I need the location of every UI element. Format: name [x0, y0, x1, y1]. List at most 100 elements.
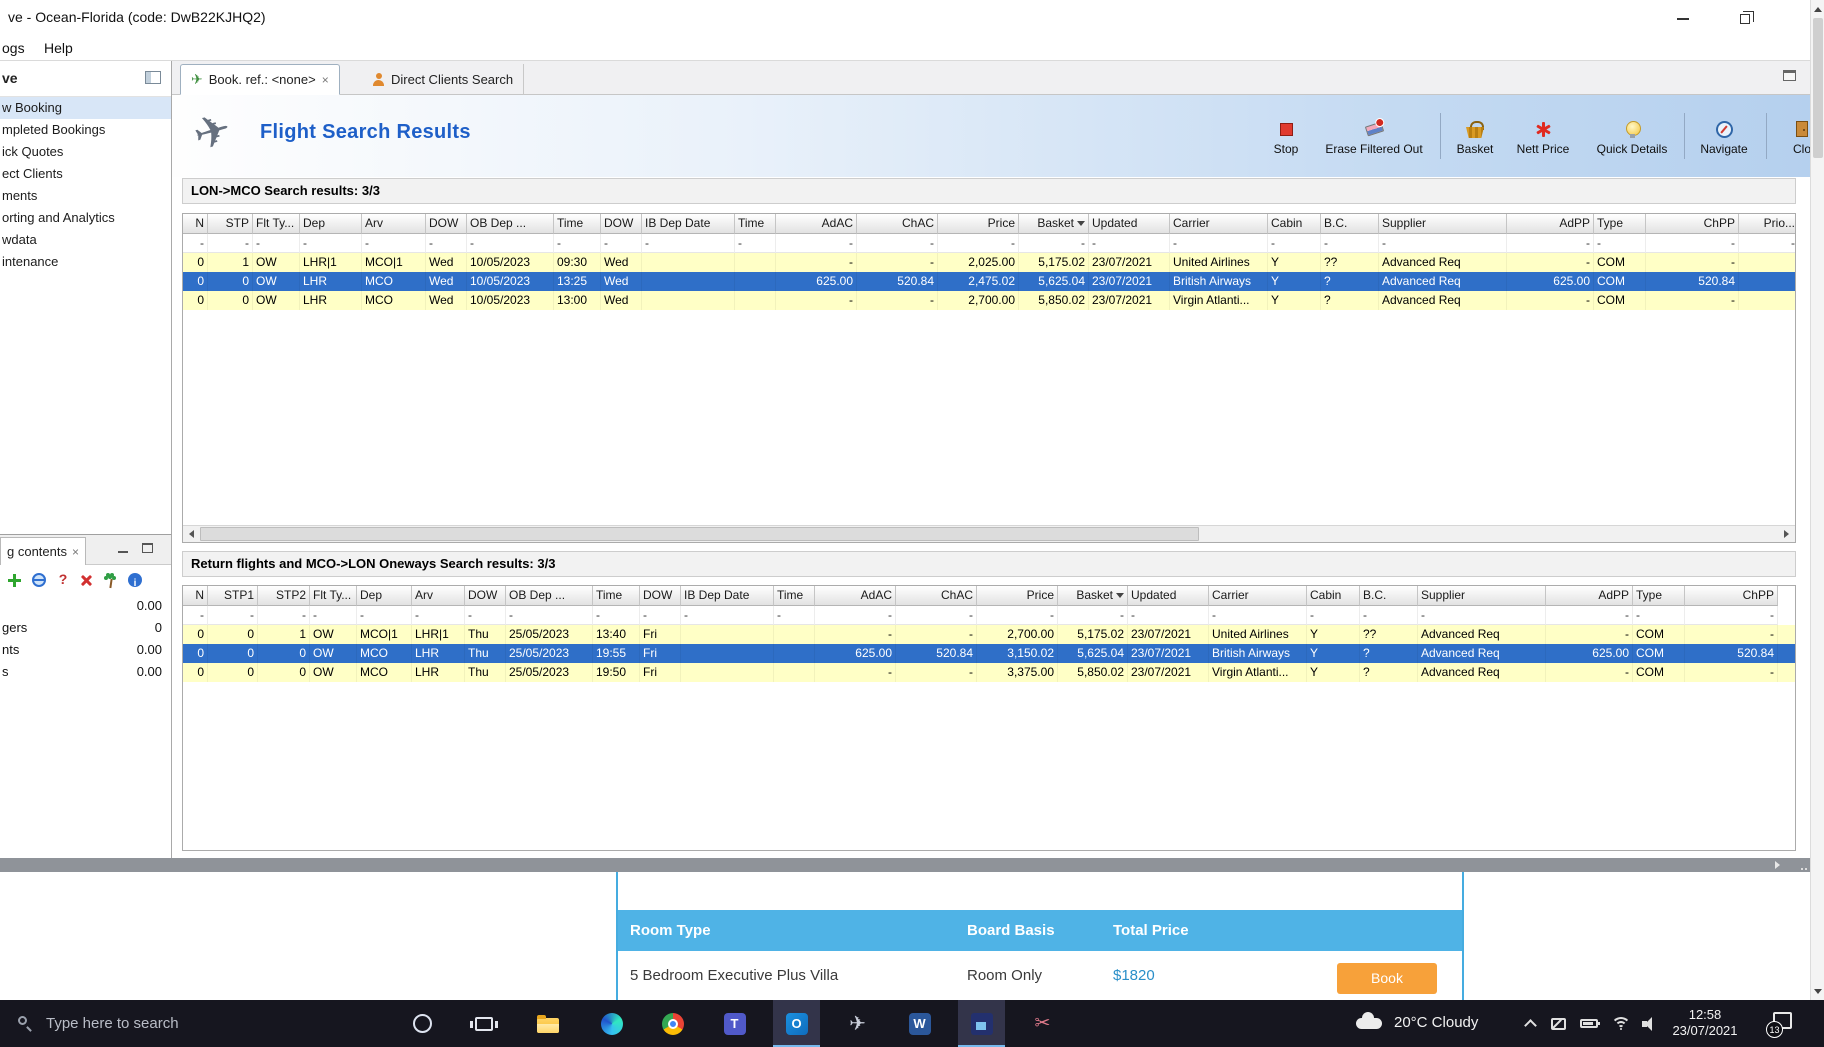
help-icon[interactable] [57, 571, 69, 589]
close-tab-icon[interactable]: × [322, 74, 329, 86]
scrollbar-thumb[interactable] [200, 527, 1200, 541]
column-header[interactable]: Supplier [1418, 586, 1546, 606]
filter-cell[interactable]: - [857, 234, 938, 253]
book-button[interactable]: Book [1337, 963, 1437, 994]
filter-cell[interactable]: - [977, 606, 1058, 625]
column-header[interactable]: Time [554, 214, 601, 234]
chrome-button[interactable] [649, 1000, 696, 1047]
action-center-button[interactable]: 13 [1766, 1012, 1792, 1038]
clock-button[interactable]: 12:58 23/07/2021 [1664, 1007, 1746, 1039]
scroll-up-icon[interactable] [1811, 2, 1824, 16]
tabstrip-minimize-icon[interactable] [1783, 70, 1796, 81]
filter-cell[interactable]: - [593, 606, 640, 625]
filter-cell[interactable]: - [357, 606, 412, 625]
column-header[interactable]: STP [208, 214, 253, 234]
column-header[interactable]: DOW [640, 586, 681, 606]
column-header[interactable]: Time [593, 586, 640, 606]
filter-cell[interactable]: - [1307, 606, 1360, 625]
filter-cell[interactable]: - [1739, 234, 1795, 253]
column-header[interactable]: Basket [1058, 586, 1128, 606]
resize-grip[interactable] [1798, 861, 1807, 870]
filter-cell[interactable]: - [1268, 234, 1321, 253]
erase-filtered-out-button[interactable]: Erase Filtered Out [1314, 117, 1434, 156]
column-header[interactable]: Time [774, 586, 815, 606]
weather-text[interactable]: 20°C Cloudy [1394, 1014, 1478, 1031]
flight-result-row[interactable]: 0 0 0 OW MCO LHR Thu 25/05/2023 19:55 Fri 625.00 52… [183, 644, 1795, 663]
column-header[interactable]: Carrier [1209, 586, 1307, 606]
scrollbar-thumb[interactable] [1813, 18, 1823, 158]
filter-cell[interactable]: - [642, 234, 735, 253]
word-button[interactable]: W [896, 1000, 943, 1047]
column-header[interactable]: AdAC [815, 586, 896, 606]
sidebar-item-direct-clients[interactable]: ect Clients [0, 163, 171, 185]
column-header[interactable]: ChAC [896, 586, 977, 606]
flight-result-row[interactable]: 0 0 0 OW MCO LHR Thu 25/05/2023 19:50 Fri - -3,375.… [183, 663, 1795, 682]
filter-cell[interactable]: - [601, 234, 642, 253]
column-header[interactable]: Dep [300, 214, 362, 234]
filter-cell[interactable]: - [1418, 606, 1546, 625]
column-header[interactable]: STP1 [208, 586, 258, 606]
scroll-down-icon[interactable] [1811, 984, 1824, 998]
navigate-button[interactable]: Navigate [1686, 117, 1762, 156]
filter-cell[interactable]: - [258, 606, 310, 625]
filter-cell[interactable]: - [426, 234, 467, 253]
filter-cell[interactable]: - [776, 234, 857, 253]
column-header[interactable]: Arv [362, 214, 426, 234]
scroll-left-icon[interactable] [183, 526, 200, 542]
flight-result-row[interactable]: 0 1 OW LHR|1 MCO|1 Wed 10/05/2023 09:30 Wed - -2,0… [183, 253, 1795, 272]
minimize-button[interactable] [1660, 0, 1706, 37]
filter-cell[interactable]: - [1379, 234, 1507, 253]
column-header[interactable]: Type [1594, 214, 1646, 234]
filter-cell[interactable]: - [640, 606, 681, 625]
add-icon[interactable] [8, 573, 21, 587]
column-header[interactable]: Type [1633, 586, 1685, 606]
filter-cell[interactable]: - [1507, 234, 1594, 253]
restore-button[interactable] [1722, 0, 1768, 37]
weather-button[interactable] [1352, 1000, 1386, 1047]
filter-cell[interactable]: - [1685, 606, 1778, 625]
flight-result-row[interactable]: 0 0 OW LHR MCO Wed 10/05/2023 13:25 Wed 625.00 520… [183, 272, 1795, 291]
column-header[interactable]: Time [735, 214, 776, 234]
filter-cell[interactable]: - [300, 234, 362, 253]
column-header[interactable]: Flt Ty... [310, 586, 357, 606]
column-header[interactable]: Price [977, 586, 1058, 606]
panel-minimize-button[interactable] [117, 543, 131, 555]
filter-cell[interactable]: - [1170, 234, 1268, 253]
contents-tab[interactable]: g contents × [0, 537, 87, 565]
filter-cell[interactable]: - [681, 606, 774, 625]
booking-app-button[interactable] [958, 1000, 1005, 1047]
filter-cell[interactable]: - [183, 234, 208, 253]
filter-cell[interactable]: - [774, 606, 815, 625]
column-header[interactable]: B.C. [1360, 586, 1418, 606]
filter-cell[interactable]: - [938, 234, 1019, 253]
column-header[interactable]: N [183, 214, 208, 234]
filter-cell[interactable]: - [506, 606, 593, 625]
collapse-panel-icon[interactable] [145, 71, 161, 84]
filter-cell[interactable]: - [1058, 606, 1128, 625]
column-header[interactable]: AdPP [1546, 586, 1633, 606]
filter-cell[interactable]: - [1209, 606, 1307, 625]
column-header[interactable]: AdAC [776, 214, 857, 234]
column-header[interactable]: IB Dep Date [681, 586, 774, 606]
show-hidden-icons-button[interactable] [1518, 1000, 1542, 1047]
column-header[interactable]: Supplier [1379, 214, 1507, 234]
filter-cell[interactable]: - [465, 606, 506, 625]
column-header[interactable]: IB Dep Date [642, 214, 735, 234]
column-header[interactable]: AdPP [1507, 214, 1594, 234]
filter-cell[interactable]: - [896, 606, 977, 625]
scroll-right-icon[interactable] [1778, 526, 1795, 542]
filter-cell[interactable]: - [208, 234, 253, 253]
close-view-button[interactable]: Clo [1772, 117, 1810, 156]
close-tab-icon[interactable]: × [72, 546, 79, 558]
network-button[interactable] [1608, 1000, 1634, 1047]
palm-tree-icon[interactable] [103, 573, 117, 588]
column-header[interactable]: OB Dep ... [467, 214, 554, 234]
column-header[interactable]: ChPP [1646, 214, 1739, 234]
filter-cell[interactable]: - [253, 234, 300, 253]
column-header[interactable]: STP2 [258, 586, 310, 606]
column-header[interactable]: OB Dep ... [506, 586, 593, 606]
column-header[interactable]: Cabin [1268, 214, 1321, 234]
tablet-pen-button[interactable] [1546, 1000, 1570, 1047]
filter-cell[interactable]: - [815, 606, 896, 625]
cortana-button[interactable] [399, 1000, 446, 1047]
